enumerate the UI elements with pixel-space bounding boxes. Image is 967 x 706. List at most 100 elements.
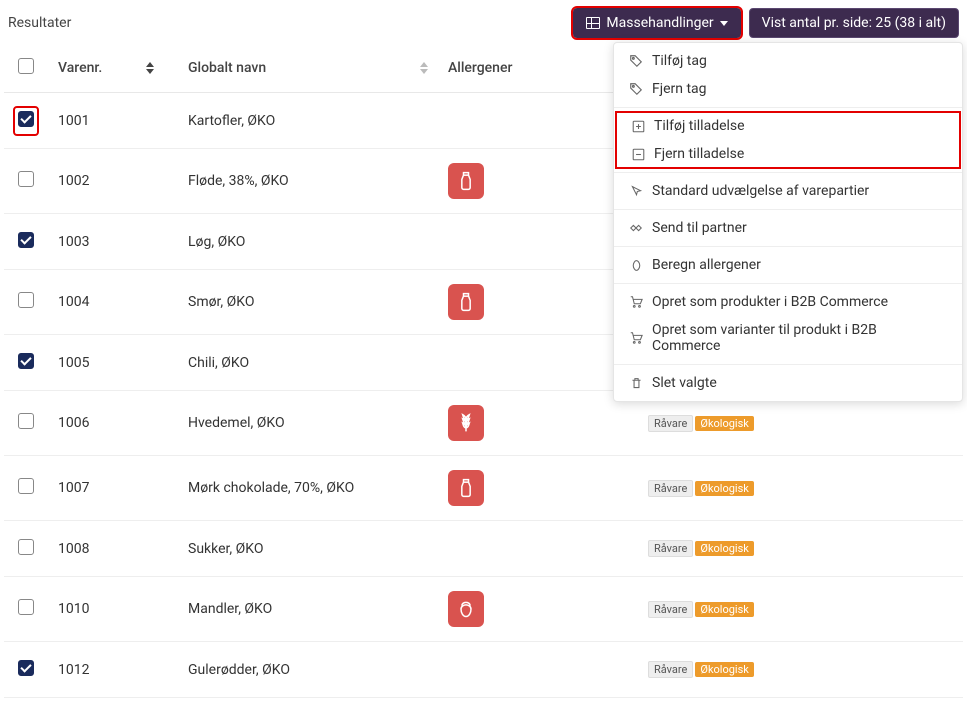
results-heading: Resultater xyxy=(8,15,71,31)
cell-varenr: 1012 xyxy=(48,642,178,698)
column-header-globalt-navn[interactable]: Globalt navn xyxy=(178,44,438,93)
menu-separator xyxy=(614,107,962,108)
tag-okologisk: Økologisk xyxy=(695,416,753,431)
sort-icon xyxy=(146,62,154,74)
table-row: 1007Mørk chokolade, 70%, ØKO RåvareØkolog… xyxy=(4,456,963,521)
menu-item-slet-valgte[interactable]: Slet valgte xyxy=(614,369,962,397)
milk-allergen-icon xyxy=(448,163,484,199)
select-all-checkbox[interactable] xyxy=(18,58,34,74)
milk-allergen-icon xyxy=(448,470,484,506)
page-size-button[interactable]: Vist antal pr. side: 25 (38 i alt) xyxy=(749,8,959,38)
cell-globalt-navn: Chili, ØKO xyxy=(178,335,438,391)
cell-varenr: 1010 xyxy=(48,577,178,642)
menu-item-fjern-tag[interactable]: Fjern tag xyxy=(614,75,962,103)
cell-allergener xyxy=(438,93,638,149)
cell-globalt-navn: Kartofler, ØKO xyxy=(178,93,438,149)
menu-item-label: Beregn allergener xyxy=(652,257,761,273)
menu-item-standard-udvaelgelse[interactable]: Standard udvælgelse af varepartier xyxy=(614,177,962,205)
tag-raavare: Råvare xyxy=(648,480,693,497)
bulk-actions-label: Massehandlinger xyxy=(606,15,713,31)
menu-item-send-til-partner[interactable]: Send til partner xyxy=(614,214,962,242)
cell-globalt-navn: Smør, ØKO xyxy=(178,270,438,335)
cell-allergener xyxy=(438,577,638,642)
menu-item-label: Opret som produkter i B2B Commerce xyxy=(652,294,888,310)
handshake-icon xyxy=(628,221,644,235)
menu-item-fjern-tilladelse[interactable]: Fjern tilladelse xyxy=(616,140,960,168)
cell-allergener xyxy=(438,335,638,391)
column-label: Varenr. xyxy=(58,60,102,76)
cell-varenr: 1001 xyxy=(48,93,178,149)
cell-globalt-navn: Gulerødder, ØKO xyxy=(178,642,438,698)
cell-globalt-navn: Mandler, ØKO xyxy=(178,577,438,642)
column-header-allergener: Allergener xyxy=(438,44,638,93)
row-checkbox[interactable] xyxy=(18,539,34,555)
cell-varenr: 1004 xyxy=(48,270,178,335)
menu-separator xyxy=(614,283,962,284)
cell-varenr: 1002 xyxy=(48,149,178,214)
cell-tags: RåvareØkologisk xyxy=(638,577,963,642)
sort-icon xyxy=(420,62,428,74)
menu-item-opret-produkter[interactable]: Opret som produkter i B2B Commerce xyxy=(614,288,962,316)
tag-icon xyxy=(628,54,644,68)
row-checkbox[interactable] xyxy=(18,599,34,615)
tag-raavare: Råvare xyxy=(648,540,693,557)
cell-allergener xyxy=(438,149,638,214)
menu-item-beregn-allergener[interactable]: Beregn allergener xyxy=(614,251,962,279)
row-checkbox[interactable] xyxy=(18,171,34,187)
row-checkbox[interactable] xyxy=(18,111,34,127)
tag-okologisk: Økologisk xyxy=(695,662,753,677)
milk-allergen-icon xyxy=(448,284,484,320)
wheat-allergen-icon xyxy=(448,405,484,441)
cell-tags: RåvareØkologisk xyxy=(638,642,963,698)
row-checkbox[interactable] xyxy=(18,478,34,494)
column-label: Globalt navn xyxy=(188,60,266,76)
page-size-label: Vist antal pr. side: 25 (38 i alt) xyxy=(762,15,946,31)
menu-item-opret-varianter[interactable]: Opret som varianter til produkt i B2B Co… xyxy=(614,316,962,360)
cell-globalt-navn: Fløde, 38%, ØKO xyxy=(178,149,438,214)
cell-globalt-navn: Hvedemel, ØKO xyxy=(178,391,438,456)
minus-square-icon xyxy=(630,148,646,161)
cell-allergener xyxy=(438,521,638,577)
grid-icon xyxy=(586,17,600,29)
tag-okologisk: Økologisk xyxy=(695,602,753,617)
cell-varenr: 1007 xyxy=(48,456,178,521)
cell-tags: RåvareØkologisk xyxy=(638,456,963,521)
row-checkbox[interactable] xyxy=(18,353,34,369)
plus-square-icon xyxy=(630,120,646,133)
cell-allergener xyxy=(438,642,638,698)
cell-allergener xyxy=(438,391,638,456)
tag-okologisk: Økologisk xyxy=(695,541,753,556)
row-checkbox[interactable] xyxy=(18,232,34,248)
tag-okologisk: Økologisk xyxy=(695,481,753,496)
menu-item-label: Slet valgte xyxy=(652,375,717,391)
pointer-icon xyxy=(628,185,644,198)
tag-raavare: Råvare xyxy=(648,415,693,432)
menu-item-tilfoj-tag[interactable]: Tilføj tag xyxy=(614,47,962,75)
column-header-varenr[interactable]: Varenr. xyxy=(48,44,178,93)
cell-globalt-navn: Sukker, ØKO xyxy=(178,521,438,577)
cell-allergener xyxy=(438,456,638,521)
row-checkbox[interactable] xyxy=(18,413,34,429)
cell-globalt-navn: Løg, ØKO xyxy=(178,214,438,270)
menu-item-tilfoj-tilladelse[interactable]: Tilføj tilladelse xyxy=(616,112,960,140)
cell-tags: RåvareØkologisk xyxy=(638,521,963,577)
nut-allergen-icon xyxy=(448,591,484,627)
row-checkbox[interactable] xyxy=(18,292,34,308)
menu-item-label: Send til partner xyxy=(652,220,747,236)
tag-raavare: Råvare xyxy=(648,661,693,678)
trash-icon xyxy=(628,377,644,390)
bulk-actions-button[interactable]: Massehandlinger xyxy=(573,8,740,38)
menu-item-label: Tilføj tag xyxy=(652,53,707,69)
chevron-down-icon xyxy=(720,21,728,26)
cart-icon xyxy=(628,331,644,345)
cell-globalt-navn: Mørk chokolade, 70%, ØKO xyxy=(178,456,438,521)
cell-varenr: 1006 xyxy=(48,391,178,456)
menu-separator xyxy=(614,246,962,247)
row-checkbox[interactable] xyxy=(18,660,34,676)
menu-item-label: Standard udvælgelse af varepartier xyxy=(652,183,869,199)
cell-varenr: 1008 xyxy=(48,521,178,577)
tag-icon xyxy=(628,82,644,96)
cell-allergener xyxy=(438,214,638,270)
menu-item-label: Fjern tag xyxy=(652,81,707,97)
menu-separator xyxy=(614,209,962,210)
